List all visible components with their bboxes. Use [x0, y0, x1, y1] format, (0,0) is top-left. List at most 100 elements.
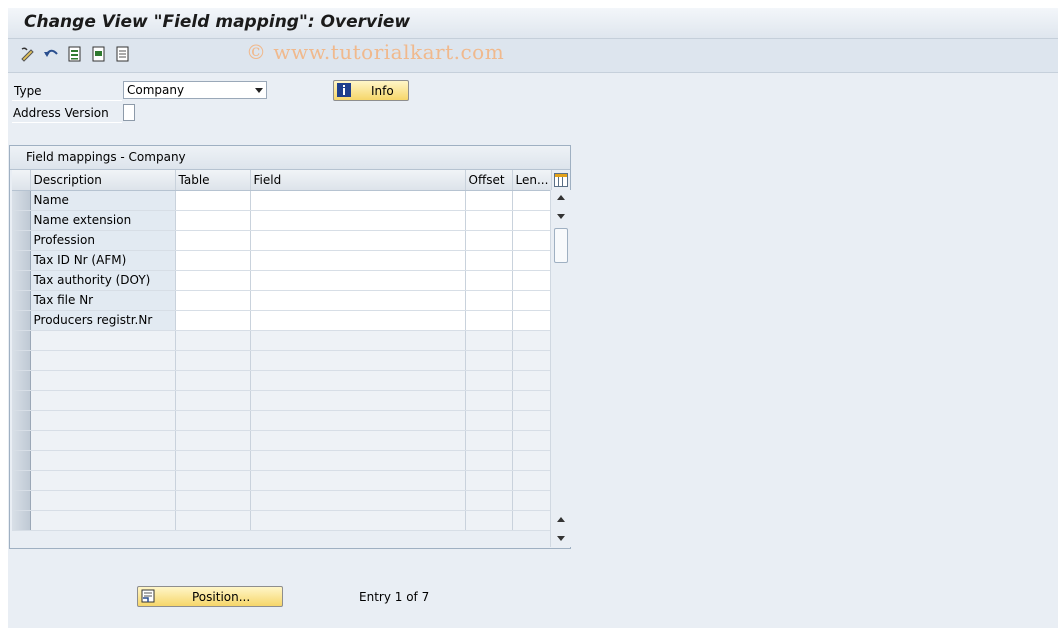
offset-cell[interactable]: [465, 510, 513, 531]
field-cell[interactable]: [250, 190, 466, 211]
table-cell[interactable]: [175, 250, 251, 271]
deselect-all-icon[interactable]: [115, 46, 131, 62]
offset-cell[interactable]: [465, 430, 513, 451]
offset-cell[interactable]: [465, 490, 513, 511]
length-cell[interactable]: [512, 510, 552, 531]
length-cell[interactable]: [512, 290, 552, 311]
field-cell[interactable]: [250, 230, 466, 251]
length-cell[interactable]: [512, 490, 552, 511]
row-selector[interactable]: [12, 390, 31, 411]
table-row[interactable]: Tax ID Nr (AFM): [12, 250, 552, 271]
table-row[interactable]: [12, 390, 552, 411]
row-selector[interactable]: [12, 330, 31, 351]
table-row[interactable]: [12, 510, 552, 531]
table-row[interactable]: Name extension: [12, 210, 552, 231]
field-cell[interactable]: [250, 410, 466, 431]
table-cell[interactable]: [175, 470, 251, 491]
table-row[interactable]: Producers registr.Nr: [12, 310, 552, 331]
field-cell[interactable]: [250, 430, 466, 451]
undo-icon[interactable]: [43, 46, 59, 62]
offset-cell[interactable]: [465, 390, 513, 411]
column-header-description[interactable]: Description: [30, 170, 176, 191]
offset-cell[interactable]: [465, 250, 513, 271]
table-cell[interactable]: [175, 290, 251, 311]
row-selector[interactable]: [12, 490, 31, 511]
select-all-cell[interactable]: [12, 170, 31, 191]
column-header-field[interactable]: Field: [250, 170, 466, 191]
table-row[interactable]: Tax authority (DOY): [12, 270, 552, 291]
table-cell[interactable]: [175, 190, 251, 211]
length-cell[interactable]: [512, 330, 552, 351]
table-settings-icon[interactable]: [554, 173, 568, 187]
offset-cell[interactable]: [465, 270, 513, 291]
offset-cell[interactable]: [465, 370, 513, 391]
table-cell[interactable]: [175, 330, 251, 351]
field-cell[interactable]: [250, 330, 466, 351]
scroll-up-icon[interactable]: [557, 195, 565, 200]
field-cell[interactable]: [250, 270, 466, 291]
offset-cell[interactable]: [465, 330, 513, 351]
offset-cell[interactable]: [465, 410, 513, 431]
row-selector[interactable]: [12, 510, 31, 531]
row-selector[interactable]: [12, 310, 31, 331]
field-cell[interactable]: [250, 470, 466, 491]
row-selector[interactable]: [12, 430, 31, 451]
row-selector[interactable]: [12, 290, 31, 311]
field-cell[interactable]: [250, 350, 466, 371]
table-row[interactable]: [12, 330, 552, 351]
length-cell[interactable]: [512, 390, 552, 411]
chevron-down-icon[interactable]: [255, 88, 263, 93]
row-selector[interactable]: [12, 450, 31, 471]
field-cell[interactable]: [250, 370, 466, 391]
offset-cell[interactable]: [465, 350, 513, 371]
table-cell[interactable]: [175, 490, 251, 511]
field-cell[interactable]: [250, 510, 466, 531]
length-cell[interactable]: [512, 450, 552, 471]
column-header-table[interactable]: Table: [175, 170, 251, 191]
table-row[interactable]: [12, 410, 552, 431]
scroll-up-icon[interactable]: [557, 517, 565, 522]
offset-cell[interactable]: [465, 310, 513, 331]
length-cell[interactable]: [512, 230, 552, 251]
scroll-down-icon[interactable]: [557, 214, 565, 219]
length-cell[interactable]: [512, 430, 552, 451]
scroll-thumb[interactable]: [554, 228, 568, 263]
table-row[interactable]: [12, 370, 552, 391]
table-row[interactable]: Tax file Nr: [12, 290, 552, 311]
field-cell[interactable]: [250, 450, 466, 471]
column-header-length[interactable]: Len...: [512, 170, 552, 191]
length-cell[interactable]: [512, 410, 552, 431]
offset-cell[interactable]: [465, 290, 513, 311]
select-all-icon[interactable]: [67, 46, 83, 62]
field-cell[interactable]: [250, 310, 466, 331]
length-cell[interactable]: [512, 370, 552, 391]
offset-cell[interactable]: [465, 210, 513, 231]
info-button[interactable]: Info: [333, 80, 409, 101]
table-cell[interactable]: [175, 210, 251, 231]
row-selector[interactable]: [12, 250, 31, 271]
position-button[interactable]: Position...: [137, 586, 283, 607]
row-selector[interactable]: [12, 350, 31, 371]
scroll-down-icon[interactable]: [557, 536, 565, 541]
column-header-offset[interactable]: Offset: [465, 170, 513, 191]
length-cell[interactable]: [512, 470, 552, 491]
length-cell[interactable]: [512, 270, 552, 291]
field-cell[interactable]: [250, 250, 466, 271]
field-cell[interactable]: [250, 390, 466, 411]
field-cell[interactable]: [250, 490, 466, 511]
row-selector[interactable]: [12, 370, 31, 391]
row-selector[interactable]: [12, 470, 31, 491]
length-cell[interactable]: [512, 350, 552, 371]
edit-icon[interactable]: [20, 46, 36, 62]
table-cell[interactable]: [175, 450, 251, 471]
select-block-icon[interactable]: [91, 46, 107, 62]
table-cell[interactable]: [175, 410, 251, 431]
field-cell[interactable]: [250, 210, 466, 231]
table-row[interactable]: [12, 350, 552, 371]
table-row[interactable]: [12, 470, 552, 491]
table-cell[interactable]: [175, 350, 251, 371]
row-selector[interactable]: [12, 210, 31, 231]
row-selector[interactable]: [12, 190, 31, 211]
length-cell[interactable]: [512, 190, 552, 211]
table-cell[interactable]: [175, 510, 251, 531]
